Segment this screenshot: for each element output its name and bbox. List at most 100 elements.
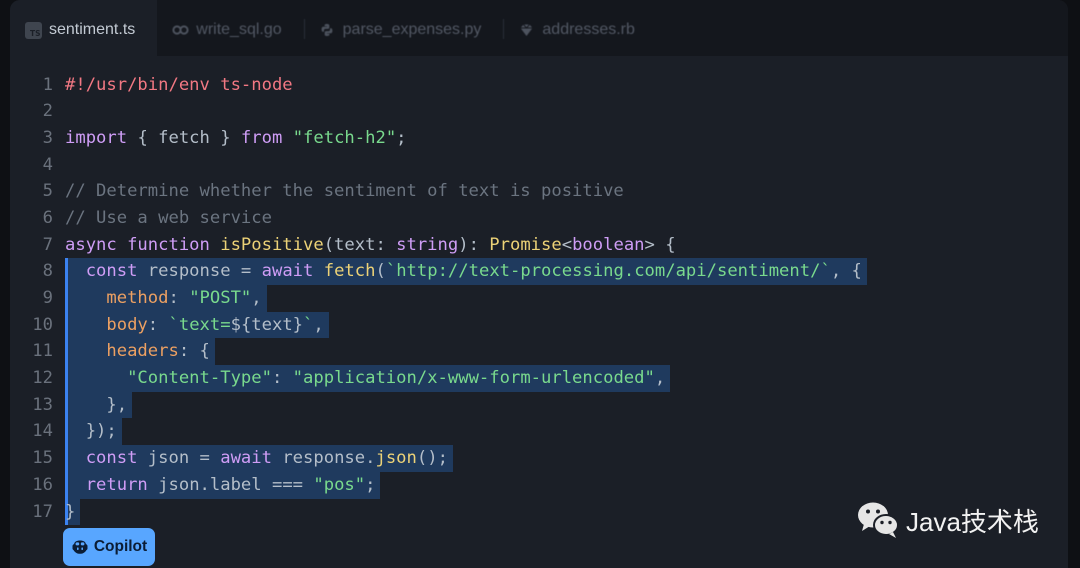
code-line[interactable]: 15 const json = await response.json();: [10, 445, 1068, 472]
plain-token: > {: [644, 234, 676, 255]
plain-token: (: [375, 261, 386, 282]
code-line[interactable]: 7 async function isPositive(text: string)…: [10, 232, 1068, 259]
comment-token: // Use a web service: [65, 207, 272, 228]
string-token: "application/x-www-form-urlencoded": [292, 368, 655, 389]
line-number: 7: [42, 234, 53, 255]
plain-token: ):: [458, 234, 490, 255]
code-line[interactable]: 6 // Use a web service: [10, 205, 1068, 232]
string-token: "fetch-h2": [292, 127, 397, 148]
tab-label: write_sql.go: [196, 21, 282, 38]
string-token: "Content-Type": [65, 368, 272, 389]
string-token: `text=: [168, 314, 231, 335]
line-number: 9: [42, 288, 53, 308]
function-token: isPositive: [220, 234, 324, 255]
line-number: 17: [32, 501, 53, 522]
code-line[interactable]: 11 headers: {: [10, 338, 1068, 366]
string-token: "pos": [313, 474, 366, 495]
code-line[interactable]: 9 method: "POST",: [10, 285, 1068, 312]
copilot-button-label: Copilot: [93, 538, 148, 555]
copilot-icon: [71, 539, 89, 555]
code-editor[interactable]: 1 #!/usr/bin/env ts-node 2 3 import { fetch …: [10, 72, 1068, 526]
line-number: 11: [32, 341, 53, 362]
keyword-token: string: [396, 234, 459, 255]
string-token: "POST": [189, 288, 252, 308]
plain-token: { fetch }: [127, 127, 241, 148]
line-content: import { fetch } from "fetch-h2";: [65, 125, 407, 152]
go-icon: [172, 22, 189, 39]
tab-addresses-rb[interactable]: addresses.rb: [503, 0, 657, 56]
keyword-token: async function: [65, 234, 221, 255]
line-content: async function isPositive(text: string):…: [65, 232, 676, 259]
line-number: 1: [42, 74, 53, 95]
line-number: 10: [32, 314, 53, 335]
plain-token: ();: [416, 448, 448, 469]
code-line[interactable]: 8 const response = await fetch(`http://t…: [10, 258, 1068, 285]
plain-token: : {: [178, 341, 210, 362]
tab-parse-expenses-py[interactable]: parse_expenses.py: [303, 0, 504, 56]
code-line[interactable]: 2: [10, 98, 1068, 125]
plain-token: ,: [654, 368, 666, 389]
line-number: 12: [32, 368, 53, 389]
code-line[interactable]: 1 #!/usr/bin/env ts-node: [10, 72, 1068, 99]
tab-label: sentiment.ts: [49, 21, 136, 38]
plain-token: <: [561, 234, 573, 255]
typescript-icon-label: TS: [29, 29, 41, 38]
property-token: body: [65, 314, 148, 335]
plain-token: ;: [365, 474, 376, 495]
line-number: 14: [32, 421, 53, 442]
copilot-suggestion-line: });: [65, 418, 122, 446]
line-content: #!/usr/bin/env ts-node: [65, 72, 293, 99]
line-number: 3: [42, 127, 53, 148]
tab-write-sql-go[interactable]: write_sql.go: [157, 0, 303, 56]
property-token: method: [65, 288, 169, 308]
plain-token: json.label ===: [147, 474, 314, 495]
keyword-token: boolean: [572, 234, 645, 255]
line-number: 13: [32, 394, 53, 415]
plain-token: :: [147, 314, 169, 335]
code-line[interactable]: 3 import { fetch } from "fetch-h2";: [10, 125, 1068, 152]
copilot-suggestion-line: headers: {: [65, 338, 215, 366]
line-content: // Use a web service: [65, 205, 272, 232]
line-content: // Determine whether the sentiment of te…: [65, 178, 624, 205]
tab-label: parse_expenses.py: [342, 21, 482, 38]
string-token: `: [303, 314, 314, 335]
tab-sentiment-ts[interactable]: TS sentiment.ts: [10, 0, 158, 56]
plain-token: (text:: [323, 234, 397, 255]
code-line[interactable]: 14 });: [10, 418, 1068, 446]
plain-token: json =: [137, 448, 221, 469]
comment-token: // Determine whether the sentiment of te…: [65, 181, 624, 202]
editor-window: TS sentiment.ts write_sql.go parse_expen…: [10, 0, 1068, 568]
copilot-suggestion-line: return json.label === "pos";: [65, 471, 381, 499]
copilot-suggestion-line: body: `text=${text}`,: [65, 311, 329, 339]
code-line[interactable]: 16 return json.label === "pos";: [10, 471, 1068, 499]
code-line[interactable]: 12 "Content-Type": "application/x-www-fo…: [10, 365, 1068, 392]
line-number: 2: [42, 101, 53, 122]
copilot-button[interactable]: Copilot: [63, 528, 155, 566]
code-line[interactable]: 10 body: `text=${text}`,: [10, 311, 1068, 339]
copilot-suggestion-line: const response = await fetch(`http://tex…: [65, 258, 867, 285]
code-line[interactable]: 4: [10, 152, 1068, 179]
keyword-token: await: [220, 448, 272, 469]
plain-token: response =: [137, 261, 262, 282]
code-line[interactable]: 13 },: [10, 391, 1068, 419]
copilot-suggestion-line: "Content-Type": "application/x-www-form-…: [65, 365, 671, 392]
keyword-token: import: [65, 127, 128, 148]
copilot-suggestion-line: method: "POST",: [65, 285, 267, 312]
plain-token: });: [65, 421, 117, 442]
keyword-token: return: [65, 474, 148, 495]
line-number: 15: [32, 448, 53, 469]
property-token: headers: [65, 341, 179, 362]
copilot-suggestion-line: const json = await response.json();: [65, 445, 453, 472]
plain-token: :: [168, 288, 190, 308]
keyword-token: from: [240, 127, 283, 148]
ruby-icon: [518, 22, 535, 39]
function-token: Promise: [489, 234, 562, 255]
line-number: 16: [32, 474, 53, 495]
function-token: fetch: [323, 261, 376, 282]
plain-token: :: [271, 368, 293, 389]
code-line[interactable]: 5 // Determine whether the sentiment of t…: [10, 178, 1068, 205]
copilot-suggestion-line: }: [65, 498, 81, 526]
keyword-token: await: [261, 261, 314, 282]
